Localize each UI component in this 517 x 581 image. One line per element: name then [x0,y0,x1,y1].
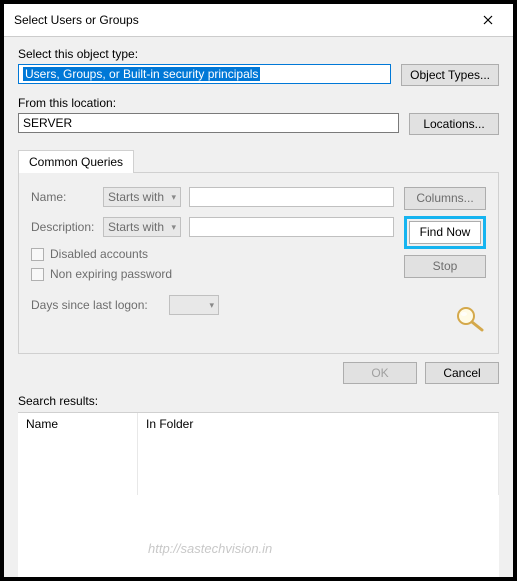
ok-button[interactable]: OK [343,362,417,384]
days-since-combo[interactable]: ▾ [169,295,219,315]
description-input[interactable] [189,217,394,237]
name-label: Name: [31,190,95,204]
locations-button[interactable]: Locations... [409,113,499,135]
disabled-accounts-checkbox[interactable] [31,248,44,261]
name-input[interactable] [189,187,394,207]
location-label: From this location: [18,96,499,110]
column-in-folder[interactable]: In Folder [138,413,499,495]
object-type-label: Select this object type: [18,47,499,61]
close-button[interactable] [473,10,503,30]
close-icon [483,15,493,25]
name-mode-combo[interactable]: Starts with ▾ [103,187,181,207]
find-now-highlight: Find Now [404,216,486,249]
cancel-button[interactable]: Cancel [425,362,499,384]
find-now-button[interactable]: Find Now [409,221,481,244]
search-icon [452,304,486,339]
object-type-value: Users, Groups, or Built-in security prin… [23,67,260,81]
window-title: Select Users or Groups [14,13,139,27]
tab-common-queries[interactable]: Common Queries [18,150,134,173]
object-type-field[interactable]: Users, Groups, or Built-in security prin… [18,64,391,84]
results-list: http://sastechvision.in [18,495,499,577]
description-mode-combo[interactable]: Starts with ▾ [103,217,181,237]
column-name[interactable]: Name [18,413,138,495]
titlebar: Select Users or Groups [4,4,513,37]
chevron-down-icon: ▾ [171,192,176,203]
description-label: Description: [31,220,95,234]
disabled-accounts-label: Disabled accounts [50,247,148,261]
days-since-label: Days since last logon: [31,298,161,312]
query-panel: Name: Starts with ▾ Description: Starts … [18,172,499,354]
non-expiring-checkbox[interactable] [31,268,44,281]
watermark-text: http://sastechvision.in [148,541,272,556]
columns-button[interactable]: Columns... [404,187,486,210]
search-results-label: Search results: [18,392,499,412]
results-header: Name In Folder [18,412,499,495]
stop-button[interactable]: Stop [404,255,486,278]
location-field[interactable]: SERVER [18,113,399,133]
chevron-down-icon: ▾ [171,222,176,233]
chevron-down-icon: ▾ [209,300,214,311]
non-expiring-label: Non expiring password [50,267,172,281]
object-types-button[interactable]: Object Types... [401,64,499,86]
